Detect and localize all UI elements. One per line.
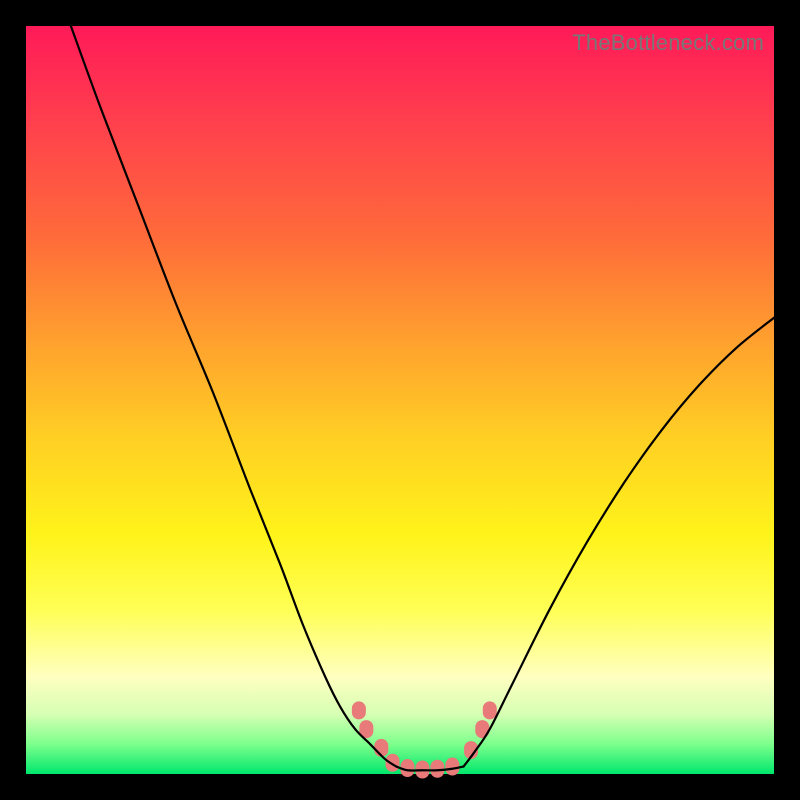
highlight-marker [352,701,366,719]
markers-group [352,701,497,778]
plot-area: TheBottleneck.com [26,26,774,774]
highlight-marker [430,760,444,778]
highlight-marker [445,758,459,776]
curve-right-branch [464,318,774,767]
chart-frame: TheBottleneck.com [0,0,800,800]
highlight-marker [483,701,497,719]
chart-svg [26,26,774,774]
highlight-marker [386,754,400,772]
curve-left-branch [71,26,396,767]
